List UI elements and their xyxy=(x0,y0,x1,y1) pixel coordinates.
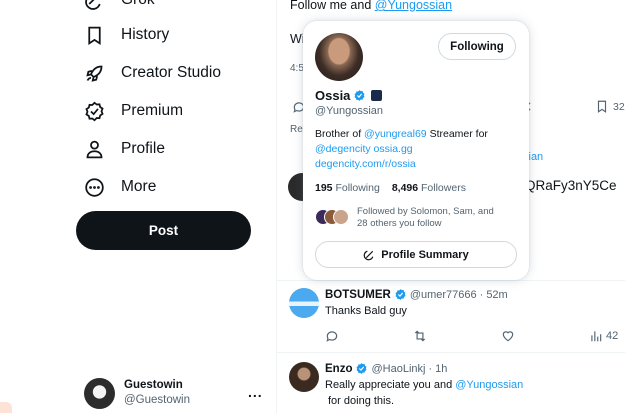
following-stat[interactable]: 195 Following xyxy=(315,182,380,194)
more-circle-icon xyxy=(85,177,104,197)
reply-author-name[interactable]: Enzo xyxy=(325,363,352,375)
verified-badge-icon xyxy=(354,90,365,101)
profile-handle: @Yungossian xyxy=(315,105,384,117)
reply-author-handle[interactable]: @HaoLinkj xyxy=(371,363,425,375)
profile-name[interactable]: Ossia xyxy=(315,88,350,103)
account-name: Guestowin xyxy=(124,379,183,391)
bookmark-count: 32 xyxy=(613,101,625,113)
profile-summary-label: Profile Summary xyxy=(381,248,469,261)
sidebar-item-more[interactable]: More xyxy=(84,170,156,204)
followed-by-text: 28 others you follow xyxy=(357,218,442,229)
bio-text: Streamer for xyxy=(426,128,488,140)
reply-text: Really appreciate you and @Yungossian xyxy=(325,378,523,393)
follower-avatars xyxy=(315,209,349,225)
repost-icon xyxy=(414,330,426,342)
reply-text: Thanks Bald guy xyxy=(325,305,407,317)
person-icon xyxy=(86,140,103,158)
following-button[interactable]: Following xyxy=(438,33,516,60)
following-label: Following xyxy=(335,182,380,194)
sidebar-item-premium[interactable]: Premium xyxy=(84,94,183,128)
reply-button[interactable] xyxy=(325,329,339,343)
separator xyxy=(277,352,625,353)
profile-name-row: Ossia xyxy=(315,88,383,103)
sidebar-item-profile[interactable]: Profile xyxy=(84,132,165,166)
affiliate-badge-icon[interactable] xyxy=(371,90,383,101)
account-more-icon[interactable]: ... xyxy=(248,384,263,400)
verified-badge-icon xyxy=(85,101,104,121)
grok-icon xyxy=(364,250,374,261)
sidebar-item-creator-studio[interactable]: Creator Studio xyxy=(84,56,221,90)
tweet-timestamp[interactable]: 4:5 xyxy=(290,63,304,74)
followed-by-text: Followed by Solomon, Sam, and xyxy=(357,206,494,217)
bookmark-icon xyxy=(88,26,101,45)
bookmark-icon[interactable] xyxy=(595,99,609,114)
bio-text: Brother of xyxy=(315,128,365,140)
reply-header: BOTSUMER @umer77666 · 52m xyxy=(325,288,508,301)
followed-by[interactable]: Followed by Solomon, Sam, and 28 others … xyxy=(315,206,494,230)
followers-label: Followers xyxy=(421,182,466,194)
bio-url-link[interactable]: degencity.com/r/ossia xyxy=(315,158,416,170)
followers-count: 8,496 xyxy=(391,182,419,194)
tweet-text: Follow me and xyxy=(290,0,375,12)
reply-author-name[interactable]: BOTSUMER xyxy=(325,289,391,301)
bio-mention-link[interactable]: @yungreal69 xyxy=(364,128,427,140)
reply-header: Enzo @HaoLinkj · 1h xyxy=(325,362,447,375)
following-count: 195 xyxy=(315,182,333,194)
profile-summary-button[interactable]: Profile Summary xyxy=(315,241,517,268)
verified-badge-icon xyxy=(357,363,367,374)
reply-actions: 42 xyxy=(325,329,625,345)
reply-icon xyxy=(326,331,338,342)
left-sidebar: Grok History Creator Studio Premium Prof… xyxy=(0,0,276,413)
sidebar-item-label: History xyxy=(121,26,170,43)
heart-icon xyxy=(502,331,514,342)
sidebar-item-label: More xyxy=(121,178,157,195)
reply-time[interactable]: 1h xyxy=(435,363,447,375)
sidebar-item-history[interactable]: History xyxy=(84,18,169,52)
grok-icon xyxy=(85,0,101,10)
reply-time[interactable]: 52m xyxy=(486,289,507,301)
reply-text-part: Really appreciate you and xyxy=(325,379,456,391)
avatar[interactable] xyxy=(315,33,363,81)
mention-link[interactable]: @Yungossian xyxy=(375,0,452,12)
avatar xyxy=(84,377,115,409)
profile-hover-card: Following Ossia @Yungossian Brother of @… xyxy=(303,21,529,280)
views-button[interactable]: 42 xyxy=(589,329,618,343)
like-button[interactable] xyxy=(501,329,515,343)
profile-bio: Brother of @yungreal69 Streamer for @deg… xyxy=(315,127,520,172)
sidebar-item-label: Creator Studio xyxy=(121,64,221,81)
avatar xyxy=(289,362,319,392)
post-button[interactable]: Post xyxy=(76,211,251,250)
followers-stat[interactable]: 8,496 Followers xyxy=(392,182,466,194)
avatar xyxy=(333,209,349,225)
repost-button[interactable] xyxy=(413,329,427,343)
profile-stats: 195 Following 8,496 Followers xyxy=(315,182,466,194)
sidebar-item-label: Grok xyxy=(121,0,155,9)
reply-text-fragment: QRaFy3nY5Ce xyxy=(525,178,617,193)
reply-author-handle[interactable]: @umer77666 xyxy=(410,289,477,301)
reply-label-fragment: Re xyxy=(290,124,303,135)
verified-badge-icon xyxy=(395,289,406,300)
mention-link[interactable]: @Yungossian xyxy=(455,379,523,391)
bio-link[interactable]: @degencity ossia.gg xyxy=(315,143,413,155)
account-handle: @Guestowin xyxy=(124,394,191,406)
views-count: 42 xyxy=(606,330,619,342)
rocket-icon xyxy=(86,65,103,82)
separator-dot: · xyxy=(479,288,484,301)
separator xyxy=(277,280,625,281)
sidebar-item-label: Profile xyxy=(121,140,165,157)
sidebar-item-grok[interactable]: Grok xyxy=(84,0,155,17)
analytics-icon xyxy=(591,331,602,342)
sidebar-item-label: Premium xyxy=(121,102,184,119)
reply-text-line2: for doing this. xyxy=(328,395,395,407)
avatar xyxy=(289,288,319,318)
decorative-chip xyxy=(0,402,12,413)
account-switcher[interactable]: Guestowin @Guestowin xyxy=(84,376,264,410)
separator-dot: · xyxy=(428,362,433,375)
tweet-text-line: Follow me and @Yungossian xyxy=(290,0,452,12)
